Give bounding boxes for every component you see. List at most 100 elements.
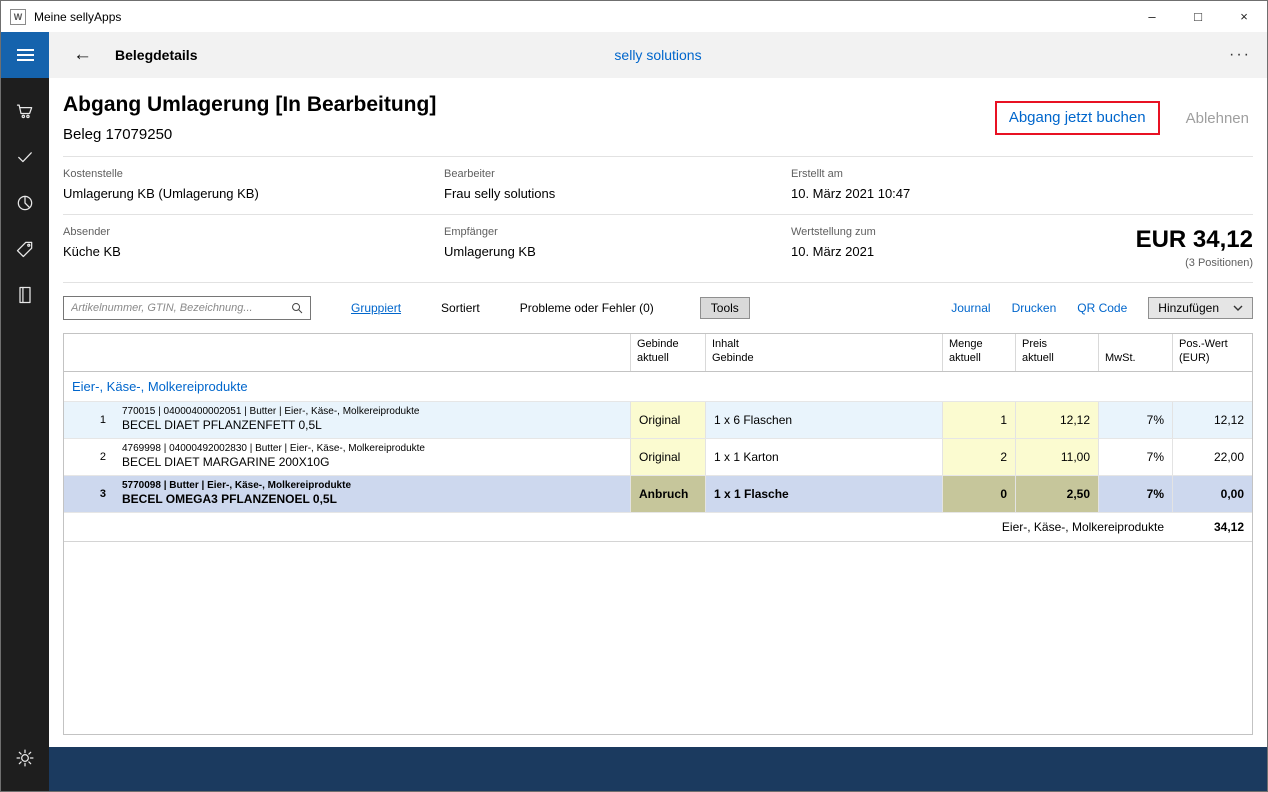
field-label: Wertstellung zum	[791, 226, 876, 238]
field-value: Frau selly solutions	[444, 186, 791, 201]
column-header-preis: Preisaktuell	[1015, 334, 1098, 371]
close-button[interactable]: ×	[1221, 1, 1267, 32]
table-footer: Eier-, Käse-, Molkereiprodukte 34,12	[64, 513, 1252, 542]
check-icon	[15, 147, 35, 167]
field-kostenstelle: Kostenstelle Umlagerung KB (Umlagerung K…	[63, 168, 444, 201]
column-header-inhalt: InhaltGebinde	[705, 334, 942, 371]
gebinde-cell[interactable]: Original	[630, 402, 705, 438]
book-transfer-button[interactable]: Abgang jetzt buchen	[1009, 109, 1146, 126]
app-icon: W	[10, 9, 26, 25]
column-header-gebinde: Gebindeaktuell	[630, 334, 705, 371]
mwst-cell: 7%	[1098, 402, 1172, 438]
hamburger-menu-button[interactable]	[1, 32, 49, 78]
maximize-button[interactable]: □	[1175, 1, 1221, 32]
hamburger-icon	[17, 49, 34, 51]
sidebar-item-journal[interactable]	[1, 272, 49, 318]
menge-cell[interactable]: 0	[942, 476, 1015, 512]
bottom-bar	[49, 747, 1267, 791]
field-label: Empfänger	[444, 226, 791, 238]
document-number: Beleg 17079250	[63, 126, 436, 143]
positions-table: Gebindeaktuell InhaltGebinde Mengeaktuel…	[63, 333, 1253, 735]
mwst-cell: 7%	[1098, 439, 1172, 475]
table-row[interactable]: 2 4769998 | 04000492002830 | Butter | Ei…	[64, 439, 1252, 476]
info-row-2: Absender Küche KB Empfänger Umlagerung K…	[63, 215, 1253, 282]
table-header: Gebindeaktuell InhaltGebinde Mengeaktuel…	[64, 334, 1252, 372]
add-button[interactable]: Hinzufügen	[1148, 297, 1253, 319]
menge-cell[interactable]: 2	[942, 439, 1015, 475]
search-icon[interactable]	[290, 301, 304, 315]
footer-group-label: Eier-, Käse-, Molkereiprodukte	[64, 520, 1172, 534]
search-input[interactable]	[64, 297, 290, 319]
column-header-menge: Mengeaktuell	[942, 334, 1015, 371]
column-header-wert: Pos.-Wert(EUR)	[1172, 334, 1252, 371]
reject-button[interactable]: Ablehnen	[1186, 110, 1249, 127]
wert-cell: 12,12	[1172, 402, 1252, 438]
row-number: 2	[64, 439, 114, 475]
preis-cell[interactable]: 2,50	[1015, 476, 1098, 512]
table-empty-area	[64, 542, 1252, 734]
app-window: W Meine sellyApps – □ × ← Belegdetails s…	[0, 0, 1268, 792]
problems-link[interactable]: Probleme oder Fehler (0)	[520, 301, 654, 315]
sorted-link[interactable]: Sortiert	[441, 301, 480, 315]
field-absender: Absender Küche KB	[63, 226, 444, 269]
field-empfaenger: Empfänger Umlagerung KB	[444, 226, 791, 269]
group-row[interactable]: Eier-, Käse-, Molkereiprodukte	[64, 372, 1252, 402]
app-header: ← Belegdetails selly solutions ···	[49, 32, 1267, 78]
pie-chart-icon	[15, 193, 35, 213]
field-label: Erstellt am	[791, 168, 910, 180]
field-bearbeiter: Bearbeiter Frau selly solutions	[444, 168, 791, 201]
total-block: EUR 34,12 (3 Positionen)	[876, 226, 1253, 269]
menge-cell[interactable]: 1	[942, 402, 1015, 438]
tag-icon	[15, 239, 35, 259]
row-number: 1	[64, 402, 114, 438]
page-title: Belegdetails	[115, 47, 197, 63]
total-amount: EUR 34,12	[876, 226, 1253, 254]
inhalt-cell: 1 x 1 Karton	[705, 439, 942, 475]
positions-count: (3 Positionen)	[876, 257, 1253, 269]
sidebar-item-settings[interactable]	[1, 735, 49, 781]
chevron-down-icon	[1233, 305, 1243, 312]
footer-group-total: 34,12	[1172, 520, 1252, 534]
book-icon	[15, 285, 35, 305]
gear-icon	[15, 748, 35, 768]
more-button[interactable]: ···	[1229, 46, 1251, 64]
body-row: Abgang Umlagerung [In Bearbeitung] Beleg…	[1, 78, 1267, 791]
article-cell: 5770098 | Butter | Eier-, Käse-, Molkere…	[114, 476, 630, 512]
table-row[interactable]: 1 770015 | 04000400002051 | Butter | Eie…	[64, 402, 1252, 439]
mwst-cell: 7%	[1098, 476, 1172, 512]
divider	[63, 282, 1253, 283]
minimize-button[interactable]: –	[1129, 1, 1175, 32]
document-actions: Abgang jetzt buchen Ablehnen	[995, 101, 1253, 135]
article-meta: 5770098 | Butter | Eier-, Käse-, Molkere…	[122, 480, 351, 491]
sidebar-item-tasks[interactable]	[1, 134, 49, 180]
field-value: Umlagerung KB (Umlagerung KB)	[63, 186, 444, 201]
account-title: selly solutions	[49, 47, 1267, 63]
wert-cell: 22,00	[1172, 439, 1252, 475]
table-row-selected[interactable]: 3 5770098 | Butter | Eier-, Käse-, Molke…	[64, 476, 1252, 513]
field-value: 10. März 2021	[791, 244, 876, 259]
sidebar-item-shop[interactable]	[1, 88, 49, 134]
sidebar-item-reports[interactable]	[1, 180, 49, 226]
back-button[interactable]: ←	[73, 44, 92, 66]
column-header-number	[64, 334, 114, 371]
wert-cell: 0,00	[1172, 476, 1252, 512]
sidebar	[1, 78, 49, 791]
preis-cell[interactable]: 11,00	[1015, 439, 1098, 475]
document-title: Abgang Umlagerung [In Bearbeitung]	[63, 93, 436, 117]
gebinde-cell[interactable]: Original	[630, 439, 705, 475]
field-label: Kostenstelle	[63, 168, 444, 180]
field-label: Absender	[63, 226, 444, 238]
article-name: BECEL DIAET PFLANZENFETT 0,5L	[122, 419, 322, 433]
sidebar-item-labels[interactable]	[1, 226, 49, 272]
inhalt-cell: 1 x 1 Flasche	[705, 476, 942, 512]
journal-link[interactable]: Journal	[951, 301, 990, 315]
grouped-link[interactable]: Gruppiert	[351, 301, 401, 315]
gebinde-cell[interactable]: Anbruch	[630, 476, 705, 512]
group-title: Eier-, Käse-, Molkereiprodukte	[72, 379, 248, 394]
search-box	[63, 296, 311, 320]
print-link[interactable]: Drucken	[1012, 301, 1057, 315]
qr-code-link[interactable]: QR Code	[1077, 301, 1127, 315]
tools-button[interactable]: Tools	[700, 297, 750, 319]
preis-cell[interactable]: 12,12	[1015, 402, 1098, 438]
article-cell: 770015 | 04000400002051 | Butter | Eier-…	[114, 402, 630, 438]
